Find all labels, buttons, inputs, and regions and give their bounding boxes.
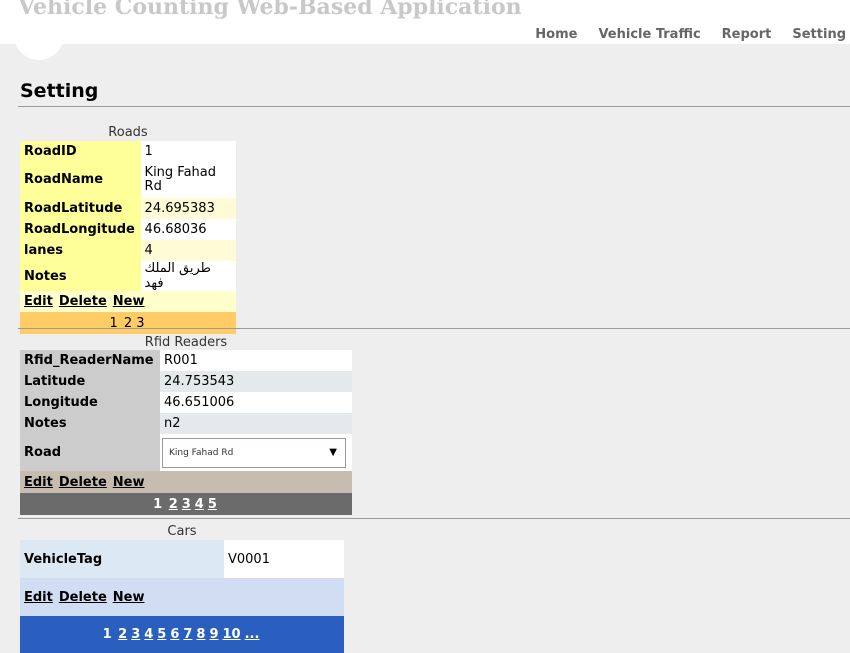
delete-button[interactable]: Delete	[59, 590, 107, 605]
pager-current: 1	[153, 496, 163, 512]
field-value: 4	[140, 240, 236, 261]
pager-link[interactable]: 9	[209, 627, 218, 642]
field-value: 1	[140, 141, 236, 161]
nav-vehicle-traffic[interactable]: Vehicle Traffic	[598, 27, 700, 42]
actions-row: Edit Delete New	[20, 291, 236, 312]
nav-report[interactable]: Report	[722, 27, 772, 42]
pager-row: 1 2 3 4 5 6 7 8 9 10...	[20, 616, 344, 653]
field-value: King Fahad Rd	[140, 161, 236, 198]
field-label: RoadID	[20, 141, 141, 161]
pager-row: 1 2345	[20, 493, 352, 515]
rfid-caption: Rfid Readers	[144, 335, 228, 350]
pager-link[interactable]: 5	[208, 497, 217, 512]
edit-button[interactable]: Edit	[24, 475, 53, 490]
table-row: Longitude 46.651006	[20, 392, 352, 413]
nav-home[interactable]: Home	[535, 27, 577, 42]
page-title: Setting	[20, 80, 99, 102]
pager-link[interactable]: 4	[195, 497, 204, 512]
field-value: 46.651006	[160, 392, 352, 413]
actions-row: Edit Delete New	[20, 578, 344, 616]
edit-button[interactable]: Edit	[24, 590, 53, 605]
field-value: طريق الملك فهد	[140, 261, 236, 291]
road-select-value: King Fahad Rd	[169, 447, 234, 458]
divider	[18, 106, 850, 107]
nav-setting[interactable]: Setting	[792, 27, 846, 42]
new-button[interactable]: New	[113, 590, 145, 605]
rfid-table: Rfid_ReaderName R001 Latitude 24.753543 …	[20, 350, 352, 515]
table-row: RoadLatitude 24.695383	[20, 198, 236, 219]
pager-link[interactable]: 2	[118, 627, 127, 642]
table-row: Notes n2	[20, 413, 352, 434]
field-label: Rfid_ReaderName	[20, 350, 160, 371]
pager-link[interactable]: 4	[144, 627, 153, 642]
cars-table: VehicleTag V0001 Edit Delete New 1 2345678…	[20, 540, 344, 653]
field-label: RoadName	[20, 161, 141, 198]
edit-button[interactable]: Edit	[24, 294, 53, 309]
logo-circle	[14, 22, 64, 60]
field-label: RoadLatitude	[20, 198, 141, 219]
table-row: RoadName King Fahad Rd	[20, 161, 236, 198]
pager-link[interactable]: 10	[223, 627, 241, 642]
pager-link[interactable]: ...	[245, 627, 260, 642]
divider	[18, 518, 850, 519]
site-title: Vehicle Counting Web-Based Application	[18, 0, 522, 20]
road-select[interactable]: King Fahad Rd ▼	[162, 437, 346, 468]
delete-button[interactable]: Delete	[59, 294, 107, 309]
field-label: Road	[20, 434, 160, 471]
pager-link[interactable]: 3	[182, 497, 191, 512]
table-row: Notes طريق الملك فهد	[20, 261, 236, 291]
field-label: Latitude	[20, 371, 160, 392]
delete-button[interactable]: Delete	[59, 475, 107, 490]
roads-table: RoadID 1 RoadName King Fahad Rd RoadLati…	[20, 141, 236, 334]
table-row: RoadLongitude 46.68036	[20, 219, 236, 240]
table-row: VehicleTag V0001	[20, 540, 344, 578]
pager-link[interactable]: 5	[157, 627, 166, 642]
field-value: 24.695383	[140, 198, 236, 219]
field-value: R001	[160, 350, 352, 371]
chevron-down-icon: ▼	[329, 446, 337, 458]
pager-link[interactable]: 6	[170, 627, 179, 642]
field-label: Longitude	[20, 392, 160, 413]
table-row: lanes 4	[20, 240, 236, 261]
pager-link[interactable]: 2	[169, 497, 178, 512]
pager-current: 1	[102, 627, 112, 642]
field-value: V0001	[224, 540, 344, 578]
field-label: lanes	[20, 240, 141, 261]
new-button[interactable]: New	[113, 294, 145, 309]
field-value: 46.68036	[140, 219, 236, 240]
pager-link[interactable]: 7	[183, 627, 192, 642]
table-row: Road King Fahad Rd ▼	[20, 434, 352, 471]
field-value: 24.753543	[160, 371, 352, 392]
field-label: RoadLongitude	[20, 219, 141, 240]
pager-link[interactable]: 3	[131, 627, 140, 642]
actions-row: Edit Delete New	[20, 471, 352, 493]
roads-caption: Roads	[108, 125, 148, 140]
field-label: Notes	[20, 413, 160, 434]
cars-caption: Cars	[167, 524, 197, 539]
field-label: Notes	[20, 261, 141, 291]
pager-link[interactable]: 8	[196, 627, 205, 642]
pager-row: 1 23	[20, 312, 236, 334]
field-label: VehicleTag	[20, 540, 224, 578]
table-row: Rfid_ReaderName R001	[20, 350, 352, 371]
field-value: n2	[160, 413, 352, 434]
main-nav: Home Vehicle Traffic Report Setting	[514, 27, 846, 42]
app-header: Vehicle Counting Web-Based Application H…	[0, 0, 850, 44]
table-row: Latitude 24.753543	[20, 371, 352, 392]
new-button[interactable]: New	[113, 475, 145, 490]
table-row: RoadID 1	[20, 141, 236, 161]
divider	[18, 328, 850, 329]
